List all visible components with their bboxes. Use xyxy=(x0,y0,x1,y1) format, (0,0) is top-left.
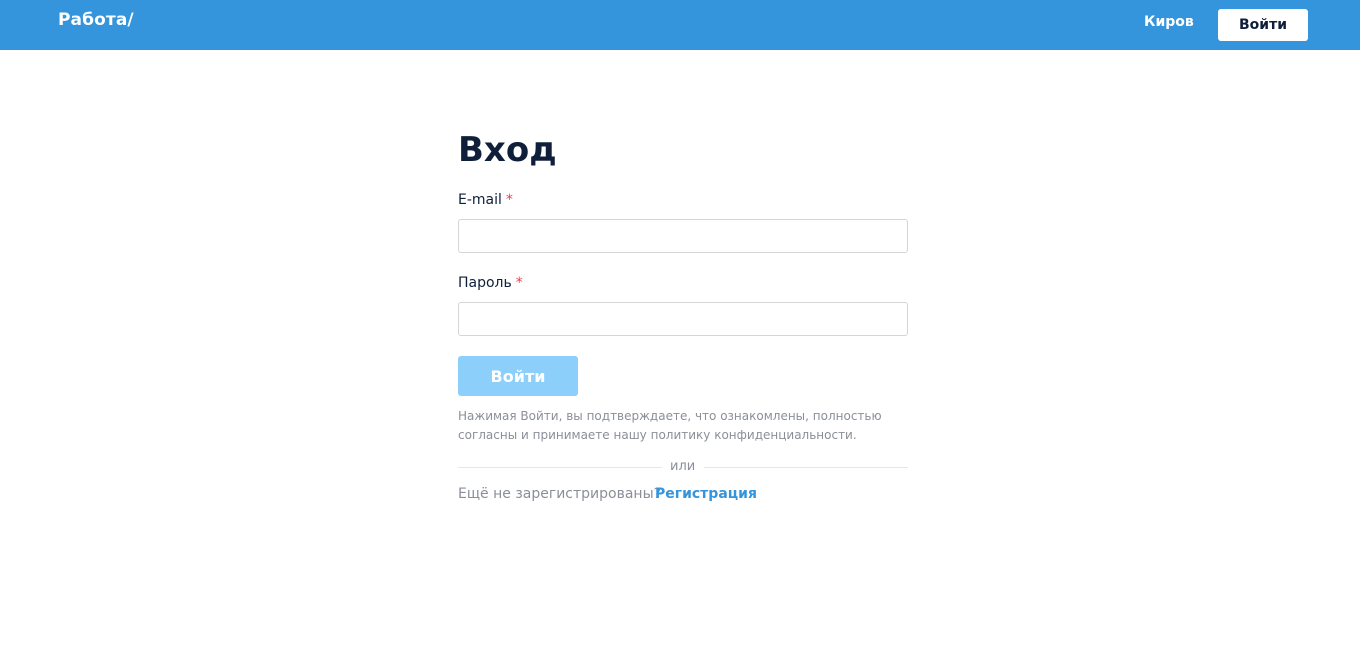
top-navigation-bar: Работа/ Киров Войти xyxy=(0,0,1360,50)
left-divider-line xyxy=(458,467,662,468)
submit-login-button[interactable]: Войти xyxy=(458,356,578,396)
email-input[interactable] xyxy=(458,219,908,253)
email-label-text: E-mail xyxy=(458,192,502,208)
password-required-marker: * xyxy=(515,275,523,291)
email-required-marker: * xyxy=(505,192,513,208)
login-form: Вход E-mail * Пароль * Войти Нажимая Войти… xyxy=(458,128,908,502)
or-divider-text: или xyxy=(670,459,696,474)
page-title: Вход xyxy=(458,130,557,170)
password-input[interactable] xyxy=(458,302,908,336)
password-label-text: Пароль xyxy=(458,275,512,291)
privacy-policy-text: Нажимая Войти, вы подтверждаете, что озн… xyxy=(458,409,882,442)
header-login-button[interactable]: Войти xyxy=(1218,9,1308,41)
right-divider-line xyxy=(704,467,908,468)
city-selector[interactable]: Киров xyxy=(1144,14,1194,30)
signup-link[interactable]: Регистрация xyxy=(655,486,757,502)
password-label: Пароль * xyxy=(458,275,523,291)
site-logo[interactable]: Работа/ xyxy=(58,10,134,30)
signup-prompt: Ещё не зарегистрированы? xyxy=(458,486,662,502)
email-label: E-mail * xyxy=(458,192,513,208)
